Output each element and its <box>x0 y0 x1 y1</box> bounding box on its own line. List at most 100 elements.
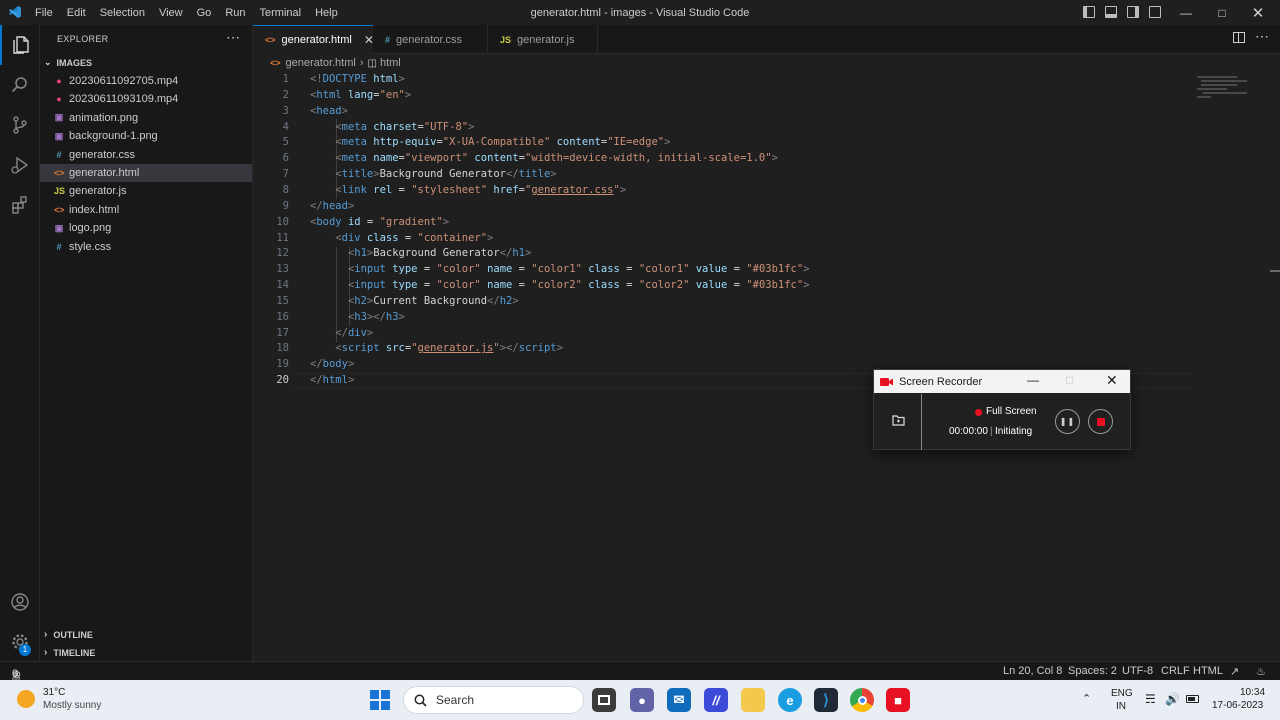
weather-temp[interactable]: 31°C <box>43 687 65 698</box>
file-name: 20230611092705.mp4 <box>69 75 179 87</box>
code-token: html <box>316 88 342 101</box>
recorder-close-button[interactable]: ✕ <box>1106 372 1118 389</box>
menu-edit[interactable]: Edit <box>60 7 93 19</box>
file-name: 20230611093109.mp4 <box>69 93 179 106</box>
timeline-section[interactable]: › TIMELINE <box>44 647 95 658</box>
extensions-icon[interactable] <box>0 185 40 225</box>
weather-description[interactable]: Mostly sunny <box>43 700 101 711</box>
file-item[interactable]: # generator.css <box>40 146 252 164</box>
code-token: "#03b1fc" <box>746 263 804 276</box>
edge-browser-icon[interactable]: e <box>778 688 802 712</box>
menu-file[interactable]: File <box>28 7 60 19</box>
cursor-position[interactable]: Ln 20, Col 8 <box>1003 665 1062 677</box>
toggle-panel-icon[interactable] <box>1105 6 1117 18</box>
weather-sun-icon[interactable] <box>17 690 35 708</box>
vscode-logo-icon <box>9 6 21 18</box>
code-line: <h3></h3> <box>310 311 405 323</box>
chevron-right-icon: › <box>359 57 364 69</box>
code-token: html <box>373 73 399 85</box>
start-windows-icon[interactable] <box>370 690 390 710</box>
css-file-icon: # <box>56 149 62 160</box>
teams-chat-icon[interactable]: ● <box>630 688 654 712</box>
recorder-maximize-button[interactable]: □ <box>1066 373 1073 387</box>
menu-go[interactable]: Go <box>190 7 219 19</box>
file-item[interactable]: # style.css <box>40 238 252 256</box>
explorer-icon[interactable] <box>0 25 40 65</box>
tab-generator-html[interactable]: <> generator.html ✕ <box>253 25 374 54</box>
clock-time[interactable]: 10:34 <box>1240 687 1265 698</box>
breadcrumb-file[interactable]: generator.html <box>286 57 356 69</box>
input-language[interactable]: ENG <box>1111 688 1133 699</box>
code-token: content <box>474 152 519 165</box>
battery-icon[interactable] <box>1186 695 1199 703</box>
code-token: = <box>398 231 418 244</box>
code-token: src <box>385 342 405 355</box>
vscode-taskbar-icon[interactable]: ⟩ <box>814 688 838 712</box>
tab-generator-js[interactable]: JS generator.js <box>488 25 598 54</box>
file-item[interactable]: <> generator.html <box>40 164 252 182</box>
menu-run[interactable]: Run <box>218 7 252 19</box>
css-file-icon: # <box>385 34 391 45</box>
restore-button[interactable]: □ <box>1204 0 1240 25</box>
indentation-setting[interactable]: Spaces: 2 <box>1068 665 1117 677</box>
input-region[interactable]: IN <box>1116 701 1126 712</box>
folder-images[interactable]: ⌄ IMAGES <box>44 57 92 68</box>
toggle-secondary-sidebar-icon[interactable] <box>1127 6 1139 18</box>
clock-date[interactable]: 17-06-2023 <box>1212 700 1263 711</box>
language-mode[interactable]: HTML <box>1193 665 1223 677</box>
task-view-icon[interactable] <box>592 688 616 712</box>
explorer-more-actions-button[interactable]: ⋯ <box>226 29 240 46</box>
minimize-button[interactable]: — <box>1168 0 1204 25</box>
menu-view[interactable]: View <box>152 7 190 19</box>
split-editor-icon[interactable] <box>1233 32 1245 43</box>
screen-recorder-taskbar-icon[interactable]: ■ <box>886 688 910 712</box>
recording-dot-icon <box>975 409 982 416</box>
file-item[interactable]: ● 20230611092705.mp4 <box>40 72 252 90</box>
recorder-minimize-button[interactable]: — <box>1027 373 1039 387</box>
pen-app-icon[interactable]: // <box>704 688 728 712</box>
file-item[interactable]: ▣ background-1.png <box>40 127 252 145</box>
show-hidden-icons-chevron-icon[interactable]: ⌃ <box>1082 692 1091 705</box>
menu-help[interactable]: Help <box>308 7 345 19</box>
close-window-button[interactable]: ✕ <box>1240 0 1276 25</box>
file-explorer-icon[interactable] <box>741 688 765 712</box>
chrome-browser-icon[interactable] <box>850 688 874 712</box>
code-editor[interactable]: 1 2 3 4 5 6 7 8 9 10 11 12 13 14 15 16 17 18 19 20 <!DOCTYP… <box>253 72 1280 661</box>
code-token: head <box>316 104 342 117</box>
manage-gear-icon[interactable]: 1 <box>0 622 40 662</box>
html-file-icon: <> <box>54 168 65 178</box>
file-item[interactable]: ▣ logo.png <box>40 219 252 237</box>
taskbar-search-box[interactable]: Search <box>403 686 584 714</box>
mail-icon[interactable]: ✉ <box>667 688 691 712</box>
code-token: "color" <box>436 263 481 276</box>
notifications-bell-icon[interactable]: ♨ <box>1256 665 1266 678</box>
menu-terminal[interactable]: Terminal <box>253 7 309 19</box>
code-token: > <box>803 279 810 292</box>
minimap[interactable] <box>1193 72 1253 102</box>
folder-icon[interactable] <box>892 415 905 426</box>
outline-section[interactable]: › OUTLINE <box>44 629 93 640</box>
file-item[interactable]: <> index.html <box>40 201 252 219</box>
file-item[interactable]: JS generator.js <box>40 182 252 200</box>
wifi-icon[interactable]: ☴ <box>1145 692 1156 706</box>
accounts-icon[interactable] <box>0 582 40 622</box>
run-debug-icon[interactable] <box>0 145 40 185</box>
more-actions-icon[interactable]: ⋯ <box>1255 28 1269 45</box>
volume-icon[interactable]: 🔊 <box>1165 692 1180 706</box>
source-control-icon[interactable] <box>0 105 40 145</box>
tab-generator-css[interactable]: # generator.css <box>373 25 488 54</box>
customize-layout-icon[interactable] <box>1149 6 1161 18</box>
search-icon[interactable] <box>0 65 40 105</box>
menu-selection[interactable]: Selection <box>93 7 152 19</box>
file-item[interactable]: ▣ animation.png <box>40 109 252 127</box>
live-share-icon[interactable]: ↗ <box>1230 665 1239 678</box>
file-item[interactable]: ● 20230611093109.mp4 <box>40 90 252 108</box>
recorder-separator: | <box>990 426 993 437</box>
code-token: = <box>417 263 437 276</box>
pause-button[interactable]: ❚❚ <box>1055 409 1080 434</box>
eol-setting[interactable]: CRLF <box>1161 665 1190 677</box>
stop-button[interactable] <box>1088 409 1113 434</box>
toggle-primary-sidebar-icon[interactable] <box>1083 6 1095 18</box>
encoding-setting[interactable]: UTF-8 <box>1122 665 1153 677</box>
breadcrumb-node[interactable]: html <box>380 57 401 69</box>
